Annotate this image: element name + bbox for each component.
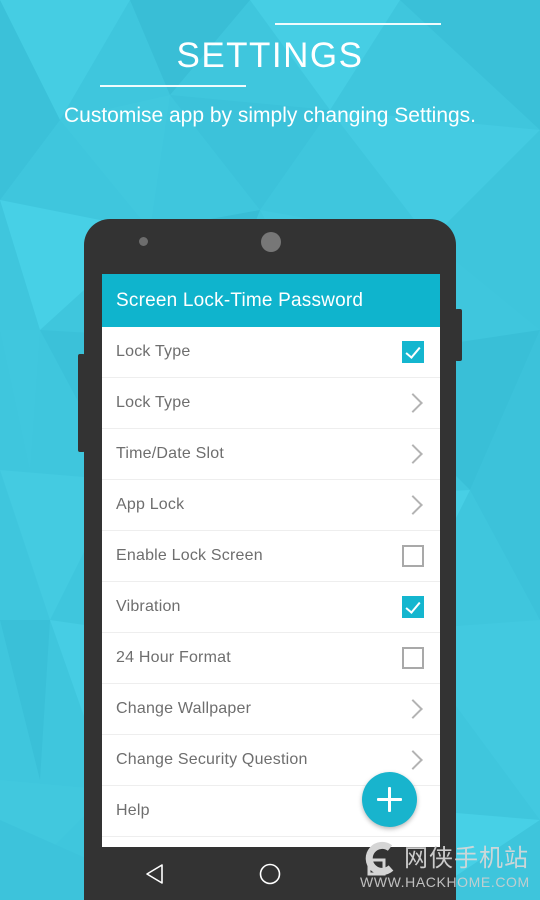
list-item[interactable]: Lock Type	[102, 327, 440, 378]
list-item-label: Change Security Question	[116, 751, 308, 768]
checkbox-checked-icon[interactable]	[402, 341, 424, 363]
list-item-label: Lock Type	[116, 343, 191, 360]
list-item[interactable]: Vibration	[102, 582, 440, 633]
home-circle-icon[interactable]	[256, 860, 284, 893]
chevron-right-icon	[403, 393, 423, 413]
list-item[interactable]: Enable Lock Screen	[102, 531, 440, 582]
list-item-label: Lock Type	[116, 394, 191, 411]
chevron-right-icon	[403, 750, 423, 770]
settings-list: Lock Type Lock Type Time/Date Slot App L…	[102, 327, 440, 837]
camera-dot-icon	[139, 237, 148, 246]
page-title: SETTINGS	[176, 36, 364, 75]
speaker-circle-icon	[261, 232, 281, 252]
app-screen: Screen Lock-Time Password Lock Type Lock…	[102, 274, 440, 847]
list-item[interactable]: Change Wallpaper	[102, 684, 440, 735]
app-bar-title: Screen Lock-Time Password	[116, 289, 364, 311]
chevron-right-icon	[403, 699, 423, 719]
list-item-label: 24 Hour Format	[116, 649, 231, 666]
list-item-label: App Lock	[116, 496, 185, 513]
title-rule-bottom	[100, 85, 246, 87]
checkbox-unchecked-icon[interactable]	[402, 545, 424, 567]
title-rule-top	[275, 23, 441, 25]
back-triangle-icon[interactable]	[142, 860, 170, 893]
power-button[interactable]	[455, 309, 462, 361]
list-item[interactable]: App Lock	[102, 480, 440, 531]
checkbox-unchecked-icon[interactable]	[402, 647, 424, 669]
android-nav-bar	[84, 847, 456, 900]
phone-mockup: Screen Lock-Time Password Lock Type Lock…	[78, 219, 462, 900]
volume-rocker-button[interactable]	[78, 354, 85, 452]
add-fab-button[interactable]	[362, 772, 417, 827]
list-item-label: Enable Lock Screen	[116, 547, 263, 564]
list-item[interactable]: Time/Date Slot	[102, 429, 440, 480]
page-subtitle: Customise app by simply changing Setting…	[63, 104, 477, 127]
list-item[interactable]: Lock Type	[102, 378, 440, 429]
list-item-label: Change Wallpaper	[116, 700, 252, 717]
page-root: SETTINGS Customise app by simply changin…	[0, 0, 540, 900]
chevron-right-icon	[403, 444, 423, 464]
list-item-label: Time/Date Slot	[116, 445, 225, 462]
app-bar: Screen Lock-Time Password	[102, 274, 440, 327]
list-item-label: Vibration	[116, 598, 181, 615]
chevron-right-icon	[403, 495, 423, 515]
checkbox-checked-icon[interactable]	[402, 596, 424, 618]
list-item[interactable]: 24 Hour Format	[102, 633, 440, 684]
